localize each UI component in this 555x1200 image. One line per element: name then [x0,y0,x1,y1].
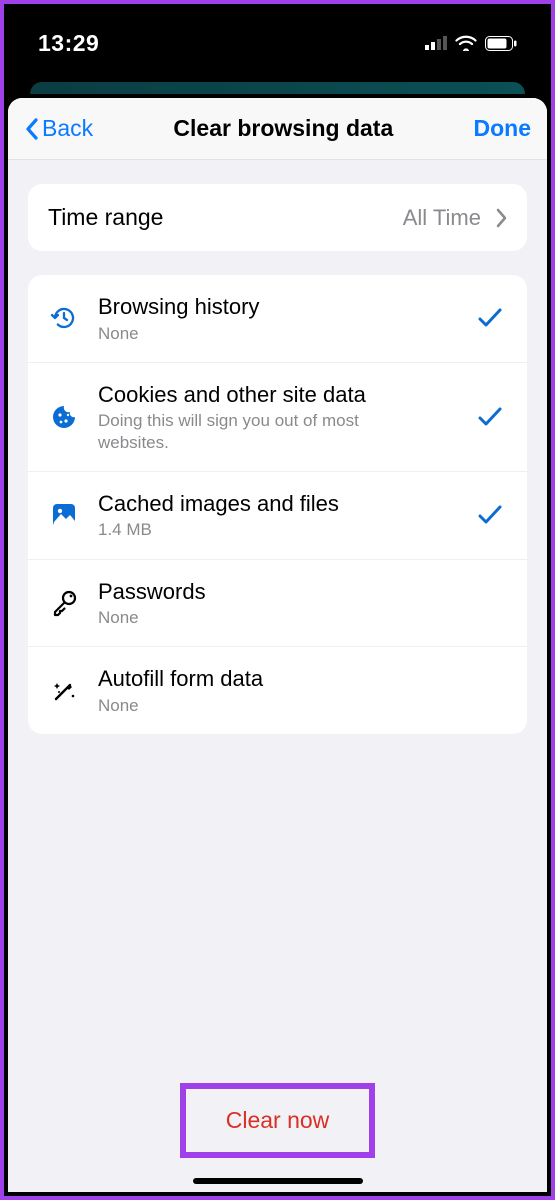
item-cached[interactable]: Cached images and files 1.4 MB [28,471,527,559]
item-title: Passwords [98,578,459,606]
cellular-icon [425,36,447,50]
item-sub: 1.4 MB [98,519,398,540]
cookie-icon [48,403,80,431]
wifi-icon [455,35,477,51]
checkmark-icon [477,406,507,428]
chevron-right-icon [495,208,507,228]
back-label: Back [42,115,93,142]
status-time: 13:29 [38,30,99,57]
status-bar: 13:29 [4,4,551,82]
time-range-row[interactable]: Time range All Time [28,184,527,251]
item-title: Browsing history [98,293,459,321]
done-button[interactable]: Done [474,115,532,142]
back-button[interactable]: Back [24,115,93,142]
time-range-card: Time range All Time [28,184,527,251]
wand-icon [48,677,80,705]
time-range-value: All Time [403,205,481,231]
checkmark-icon [477,307,507,329]
item-title: Autofill form data [98,665,459,693]
settings-sheet: Back Clear browsing data Done Time range… [8,98,547,1192]
time-range-label: Time range [48,204,403,231]
item-title: Cookies and other site data [98,381,459,409]
item-title: Cached images and files [98,490,459,518]
data-types-card: Browsing history None Cookies and other … [28,275,527,734]
clear-now-button[interactable]: Clear now [196,1093,360,1148]
annotation-highlight: Clear now [180,1083,376,1158]
key-icon [48,589,80,617]
chevron-left-icon [24,117,40,141]
checkmark-icon [477,504,507,526]
background-sheet-strip [30,82,525,94]
history-icon [48,304,80,332]
status-icons [425,35,517,51]
item-browsing-history[interactable]: Browsing history None [28,275,527,362]
battery-icon [485,36,517,51]
item-sub: Doing this will sign you out of most web… [98,410,398,453]
item-cookies[interactable]: Cookies and other site data Doing this w… [28,362,527,471]
item-autofill[interactable]: Autofill form data None [28,646,527,734]
item-passwords[interactable]: Passwords None [28,559,527,647]
page-title: Clear browsing data [173,115,393,142]
home-indicator [193,1178,363,1184]
item-sub: None [98,695,398,716]
item-sub: None [98,323,398,344]
image-icon [48,502,80,528]
item-sub: None [98,607,398,628]
nav-bar: Back Clear browsing data Done [8,98,547,160]
